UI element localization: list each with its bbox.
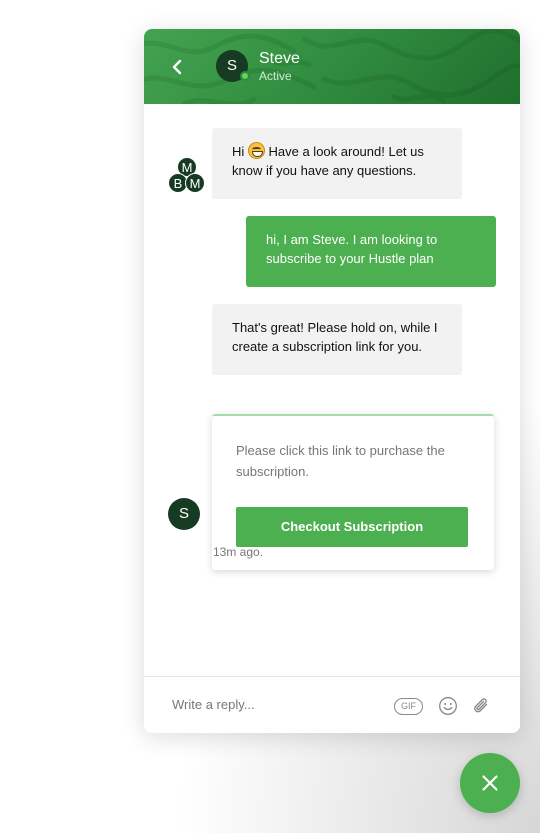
paperclip-icon bbox=[474, 698, 488, 713]
online-status-dot bbox=[240, 71, 250, 81]
bot-message-bubble: That's great! Please hold on, while I cr… bbox=[212, 304, 462, 375]
close-chat-button[interactable] bbox=[460, 753, 520, 813]
checkout-subscription-button[interactable]: Checkout Subscription bbox=[236, 507, 468, 547]
close-icon bbox=[482, 775, 498, 791]
chevron-left-icon bbox=[172, 59, 182, 75]
message-timestamp: 13m ago. bbox=[213, 545, 264, 559]
message-text: hi, I am Steve. I am looking to subscrib… bbox=[266, 232, 438, 266]
attach-button[interactable] bbox=[471, 695, 493, 717]
chat-window: S Steve Active M B M Hi Have a look arou… bbox=[144, 29, 520, 733]
header-pattern bbox=[144, 29, 520, 104]
contact-name: Steve bbox=[259, 50, 300, 67]
back-button[interactable] bbox=[166, 55, 190, 79]
message-list: M B M Hi Have a look around! Let us know… bbox=[144, 104, 520, 676]
bot-message-bubble: Hi Have a look around! Let us know if yo… bbox=[212, 128, 462, 199]
grinning-face-emoji-icon bbox=[247, 142, 265, 159]
team-avatar: M bbox=[185, 173, 205, 193]
card-text: Please click this link to purchase the s… bbox=[236, 443, 445, 479]
reply-input[interactable] bbox=[172, 693, 382, 715]
gif-button[interactable]: GIF bbox=[394, 698, 423, 715]
emoji-button[interactable] bbox=[438, 696, 458, 716]
reply-composer: GIF bbox=[144, 676, 520, 733]
contact-status: Active bbox=[259, 69, 292, 83]
chat-header: S Steve Active bbox=[144, 29, 520, 104]
user-message-bubble: hi, I am Steve. I am looking to subscrib… bbox=[246, 216, 496, 287]
agent-avatar: S bbox=[168, 498, 200, 530]
message-text: Hi bbox=[232, 144, 248, 159]
team-avatar-group: M B M bbox=[168, 157, 206, 193]
smiley-icon bbox=[439, 697, 457, 715]
message-text: That's great! Please hold on, while I cr… bbox=[232, 320, 438, 354]
